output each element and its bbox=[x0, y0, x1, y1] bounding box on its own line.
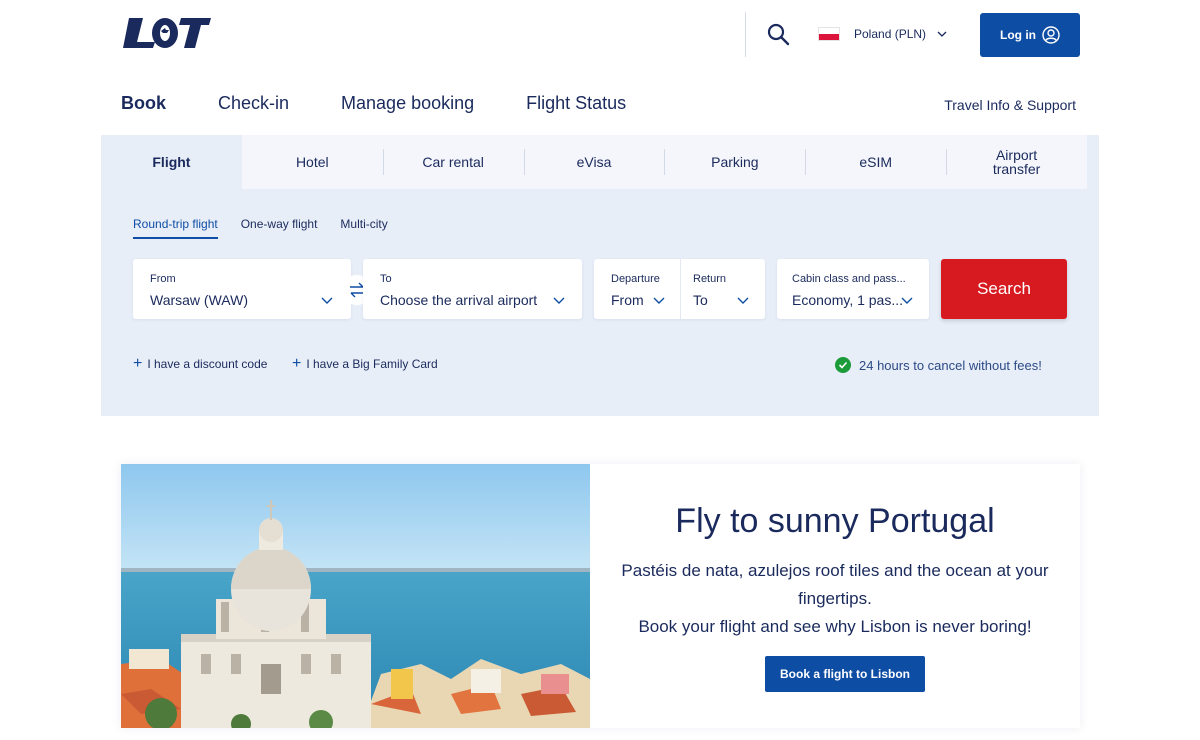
big-family-card-label: I have a Big Family Card bbox=[306, 357, 438, 371]
trip-type-selector: Round-trip flight One-way flight Multi-c… bbox=[133, 217, 411, 239]
departure-field[interactable]: Departure From bbox=[594, 259, 680, 319]
chevron-down-icon bbox=[321, 297, 333, 304]
discount-code-label: I have a discount code bbox=[147, 357, 268, 371]
chevron-down-icon bbox=[901, 297, 913, 304]
from-label: From bbox=[150, 273, 176, 285]
cabin-value: Economy, 1 pas... bbox=[792, 292, 904, 308]
chevron-down-icon bbox=[553, 297, 565, 304]
travel-info-support-link[interactable]: Travel Info & Support bbox=[944, 97, 1076, 113]
login-button[interactable]: Log in bbox=[980, 13, 1080, 57]
booking-panel: Flight Hotel Car rental eVisa Parking eS… bbox=[101, 135, 1099, 416]
cabin-label: Cabin class and pass... bbox=[792, 273, 906, 285]
nav-check-in[interactable]: Check-in bbox=[218, 93, 289, 114]
main-nav: Book Check-in Manage booking Flight Stat… bbox=[121, 93, 678, 114]
header: Poland (PLN) Log in bbox=[0, 0, 1200, 70]
trip-type-one-way[interactable]: One-way flight bbox=[241, 217, 318, 239]
tab-parking[interactable]: Parking bbox=[664, 135, 805, 189]
login-label: Log in bbox=[1000, 28, 1036, 42]
check-circle-icon bbox=[835, 357, 851, 373]
return-label: Return bbox=[693, 273, 727, 285]
nav-book[interactable]: Book bbox=[121, 93, 166, 114]
cancel-info-text: 24 hours to cancel without fees! bbox=[859, 357, 1042, 373]
chevron-down-icon bbox=[937, 31, 947, 37]
return-field[interactable]: Return To bbox=[680, 259, 765, 319]
departure-placeholder: From bbox=[611, 292, 644, 308]
to-field[interactable]: To Choose the arrival airport bbox=[363, 259, 582, 319]
lot-logo[interactable] bbox=[121, 16, 211, 50]
nav-manage-booking[interactable]: Manage booking bbox=[341, 93, 474, 114]
language-label: Poland (PLN) bbox=[854, 27, 927, 41]
dates-field: Departure From Return To bbox=[594, 259, 765, 319]
tab-evisa[interactable]: eVisa bbox=[523, 135, 665, 189]
trip-type-round-trip[interactable]: Round-trip flight bbox=[133, 217, 218, 239]
return-placeholder: To bbox=[693, 292, 708, 308]
plus-icon: + bbox=[292, 355, 302, 372]
user-icon bbox=[1042, 26, 1060, 44]
search-icon[interactable] bbox=[766, 22, 790, 46]
poland-flag-icon bbox=[818, 27, 840, 41]
tab-airport-transfer[interactable]: Airport transfer bbox=[946, 135, 1087, 189]
header-divider bbox=[745, 12, 746, 57]
trip-type-multi-city[interactable]: Multi-city bbox=[340, 217, 387, 239]
from-value: Warsaw (WAW) bbox=[150, 292, 248, 308]
promo-content: Fly to sunny Portugal Pastéis de nata, a… bbox=[590, 464, 1080, 728]
language-selector[interactable]: Poland (PLN) bbox=[818, 22, 948, 46]
tab-car-rental[interactable]: Car rental bbox=[382, 135, 524, 189]
book-lisbon-button[interactable]: Book a flight to Lisbon bbox=[765, 656, 925, 692]
chevron-down-icon bbox=[653, 297, 665, 304]
departure-label: Departure bbox=[611, 273, 660, 285]
nav-flight-status[interactable]: Flight Status bbox=[526, 93, 626, 114]
promo-banner: Fly to sunny Portugal Pastéis de nata, a… bbox=[121, 464, 1080, 728]
promo-line-1: Pastéis de nata, azulejos roof tiles and… bbox=[621, 561, 1049, 608]
discount-code-link[interactable]: + I have a discount code bbox=[133, 355, 268, 372]
tab-hotel[interactable]: Hotel bbox=[242, 135, 383, 189]
promo-description: Pastéis de nata, azulejos roof tiles and… bbox=[610, 557, 1060, 641]
search-button[interactable]: Search bbox=[941, 259, 1067, 319]
cancel-info: 24 hours to cancel without fees! bbox=[835, 357, 1042, 373]
promo-line-2: Book your flight and see why Lisbon is n… bbox=[638, 617, 1032, 636]
tab-flight[interactable]: Flight bbox=[101, 135, 242, 189]
lisbon-image bbox=[121, 464, 590, 728]
to-placeholder: Choose the arrival airport bbox=[380, 292, 538, 308]
from-field[interactable]: From Warsaw (WAW) bbox=[133, 259, 351, 319]
promo-title: Fly to sunny Portugal bbox=[675, 502, 995, 540]
to-label: To bbox=[380, 273, 392, 285]
cabin-passengers-field[interactable]: Cabin class and pass... Economy, 1 pas..… bbox=[777, 259, 929, 319]
tab-airport-transfer-label: Airport transfer bbox=[992, 147, 1041, 177]
booking-tabs: Flight Hotel Car rental eVisa Parking eS… bbox=[101, 135, 1087, 189]
big-family-card-link[interactable]: + I have a Big Family Card bbox=[292, 355, 438, 372]
chevron-down-icon bbox=[737, 297, 749, 304]
plus-icon: + bbox=[133, 355, 143, 372]
tab-esim[interactable]: eSIM bbox=[805, 135, 946, 189]
